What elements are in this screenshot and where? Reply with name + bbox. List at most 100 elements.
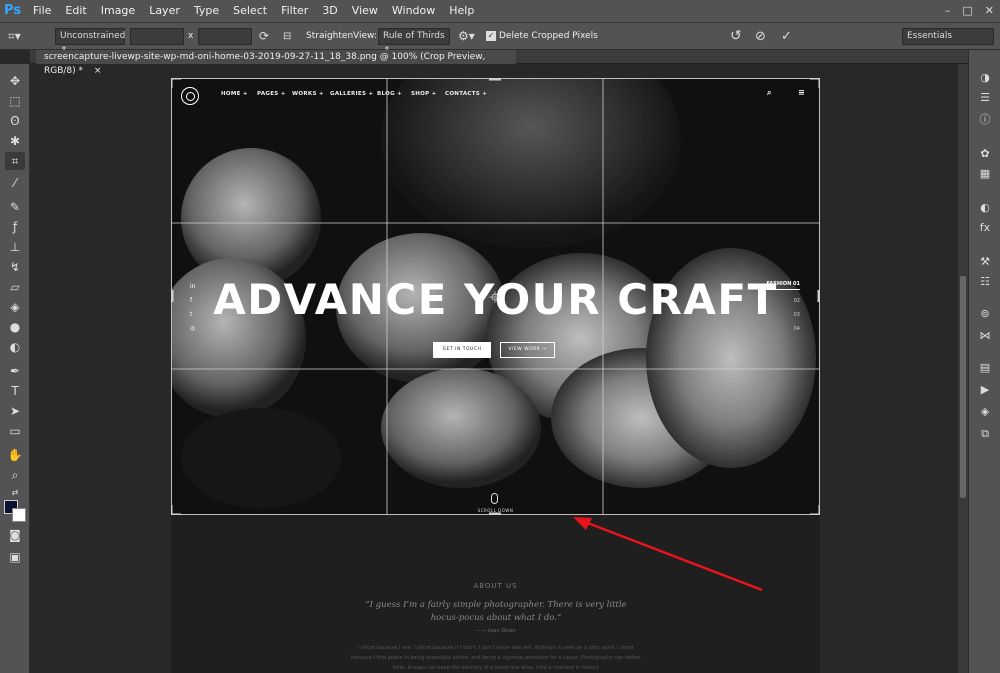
background-color-swatch[interactable] xyxy=(12,508,26,522)
overlay-view-value: Rule of Thirds xyxy=(383,31,445,41)
menu-window[interactable]: Window xyxy=(385,0,442,22)
close-window-button[interactable]: ✕ xyxy=(985,0,994,22)
reset-icon[interactable]: ↺ xyxy=(730,28,742,45)
type-tool-icon[interactable]: T xyxy=(5,382,25,400)
nav-galleries[interactable]: GALLERIES + xyxy=(330,91,373,97)
actions-panel-icon[interactable]: ☰ xyxy=(976,90,994,106)
slide-item-01[interactable]: FASHION 01 xyxy=(760,281,800,290)
properties-panel-icon[interactable]: ▤ xyxy=(976,360,994,376)
hero-title: ADVANCE YOUR CRAFT xyxy=(213,275,778,324)
timeline-panel-icon[interactable]: ▶ xyxy=(976,382,994,398)
nav-blog[interactable]: BLOG + xyxy=(377,91,402,97)
site-search-icon[interactable]: ⌕ xyxy=(767,88,772,98)
workspace-select[interactable]: Essentials xyxy=(902,28,994,45)
view-label: View: xyxy=(353,31,377,41)
straighten-icon[interactable]: ⊟ xyxy=(283,28,291,45)
paths-panel-icon[interactable]: ⋈ xyxy=(976,328,994,344)
history-brush-tool-icon[interactable]: ↯ xyxy=(5,258,25,276)
menu-select[interactable]: Select xyxy=(226,0,274,22)
scroll-down-label[interactable]: SCROLL DOWN xyxy=(171,508,820,513)
site-menu-icon[interactable]: ≡ xyxy=(798,88,805,97)
healing-brush-tool-icon[interactable]: ✎ xyxy=(5,198,25,216)
slide-item-02[interactable]: 02 xyxy=(760,298,800,304)
styles-panel-icon[interactable]: fx xyxy=(976,220,994,236)
maximize-button[interactable]: □ xyxy=(962,0,972,22)
menu-file[interactable]: File xyxy=(26,0,58,22)
photoshop-logo-icon: Ps xyxy=(4,3,22,18)
path-selection-tool-icon[interactable]: ➤ xyxy=(5,402,25,420)
screen-mode-icon[interactable]: ▣ xyxy=(5,548,25,566)
eyedropper-tool-icon[interactable]: ⁄ xyxy=(5,174,25,192)
delete-cropped-label: Delete Cropped Pixels xyxy=(499,31,598,41)
straighten-label[interactable]: Straighten xyxy=(306,29,353,44)
clone-stamp-tool-icon[interactable]: ⊥ xyxy=(5,238,25,256)
dodge-tool-icon[interactable]: ◐ xyxy=(5,338,25,356)
commit-icon[interactable]: ✓ xyxy=(781,28,792,45)
pen-tool-icon[interactable]: ✒ xyxy=(5,362,25,380)
menu-help[interactable]: Help xyxy=(442,0,481,22)
menu-bar: Ps File Edit Image Layer Type Select Fil… xyxy=(0,0,1000,22)
history-panel-icon[interactable]: ◑ xyxy=(976,70,994,86)
nav-home[interactable]: HOME + xyxy=(221,91,248,97)
menu-view[interactable]: View xyxy=(345,0,385,22)
eraser-tool-icon[interactable]: ▱ xyxy=(5,278,25,296)
height-input[interactable] xyxy=(198,28,252,45)
crop-tool-icon[interactable]: ⌗ xyxy=(5,152,25,170)
vertical-scrollbar[interactable] xyxy=(958,64,968,673)
move-tool-icon[interactable]: ✥ xyxy=(5,72,25,90)
quick-mask-icon[interactable]: ◙ xyxy=(5,526,25,544)
gear-icon[interactable]: ⚙▾ xyxy=(458,28,475,45)
marquee-tool-icon[interactable]: ⬚ xyxy=(5,92,25,110)
menu-type[interactable]: Type xyxy=(187,0,226,22)
slide-item-03[interactable]: 03 xyxy=(760,312,800,318)
crop-tool-preset-icon[interactable]: ⌗▾ xyxy=(8,28,21,45)
menu-filter[interactable]: Filter xyxy=(274,0,315,22)
paint-bucket-tool-icon[interactable]: ◈ xyxy=(5,298,25,316)
document-tab[interactable]: screencapture-livewp-site-wp-md-oni-home… xyxy=(36,50,516,76)
menu-layer[interactable]: Layer xyxy=(142,0,187,22)
magic-wand-tool-icon[interactable]: ✱ xyxy=(5,132,25,150)
width-input[interactable] xyxy=(130,28,184,45)
swatches-panel-icon[interactable]: ▦ xyxy=(976,166,994,182)
brush-settings-panel-icon[interactable]: ⚒ xyxy=(976,254,994,270)
ratio-select[interactable]: Unconstrained ⇕ xyxy=(55,28,126,56)
document-tab-title: screencapture-livewp-site-wp-md-oni-home… xyxy=(44,52,486,76)
view-work-button[interactable]: VIEW WORK → xyxy=(500,342,555,358)
site-logo-icon[interactable] xyxy=(181,87,199,105)
rectangle-tool-icon[interactable]: ▭ xyxy=(5,422,25,440)
nav-shop[interactable]: SHOP + xyxy=(411,91,437,97)
lasso-tool-icon[interactable]: ʘ xyxy=(5,112,25,130)
slide-item-04[interactable]: 04 xyxy=(760,326,800,332)
swap-icon[interactable]: ⟳ xyxy=(259,28,269,45)
menu-3d[interactable]: 3D xyxy=(315,0,344,22)
document-tab-close[interactable]: × xyxy=(94,66,102,76)
clone-source-panel-icon[interactable]: ⧉ xyxy=(976,426,994,442)
delete-cropped-checkbox[interactable]: ✓ xyxy=(486,31,496,41)
minimize-button[interactable]: – xyxy=(945,0,951,22)
nav-works[interactable]: WORKS + xyxy=(292,91,324,97)
cancel-icon[interactable]: ⊘ xyxy=(755,28,766,45)
menu-edit[interactable]: Edit xyxy=(58,0,93,22)
about-body: I shoot because I see. I shoot because i… xyxy=(351,645,641,671)
instagram-icon[interactable]: ◎ xyxy=(190,325,195,332)
menu-image[interactable]: Image xyxy=(94,0,142,22)
scroll-thumb[interactable] xyxy=(960,276,966,498)
info-panel-icon[interactable]: ⓘ xyxy=(976,112,994,128)
get-in-touch-button[interactable]: GET IN TOUCH xyxy=(433,342,491,358)
nav-contacts[interactable]: CONTACTS + xyxy=(445,91,487,97)
color-panel-icon[interactable]: ✿ xyxy=(976,146,994,162)
ratio-select-value: Unconstrained xyxy=(60,31,126,41)
nav-pages[interactable]: PAGES + xyxy=(257,91,286,97)
about-quote: “I guess I’m a fairly simple photographe… xyxy=(365,600,627,623)
overlay-view-select[interactable]: Rule of Thirds ⇕ xyxy=(378,28,450,56)
blur-tool-icon[interactable]: ● xyxy=(5,318,25,336)
mouse-icon xyxy=(491,493,498,504)
canvas-crop-preview[interactable]: HOME + PAGES + WORKS + GALLERIES + BLOG … xyxy=(171,78,820,515)
adjustments-panel-icon[interactable]: ◐ xyxy=(976,200,994,216)
layers-panel-icon[interactable]: ◈ xyxy=(976,404,994,420)
brush-presets-panel-icon[interactable]: ☷ xyxy=(976,274,994,290)
hand-tool-icon[interactable]: ✋ xyxy=(5,446,25,464)
zoom-tool-icon[interactable]: ⌕ xyxy=(5,466,25,484)
channels-panel-icon[interactable]: ⊚ xyxy=(976,306,994,322)
brush-tool-icon[interactable]: ƒ xyxy=(5,218,25,236)
